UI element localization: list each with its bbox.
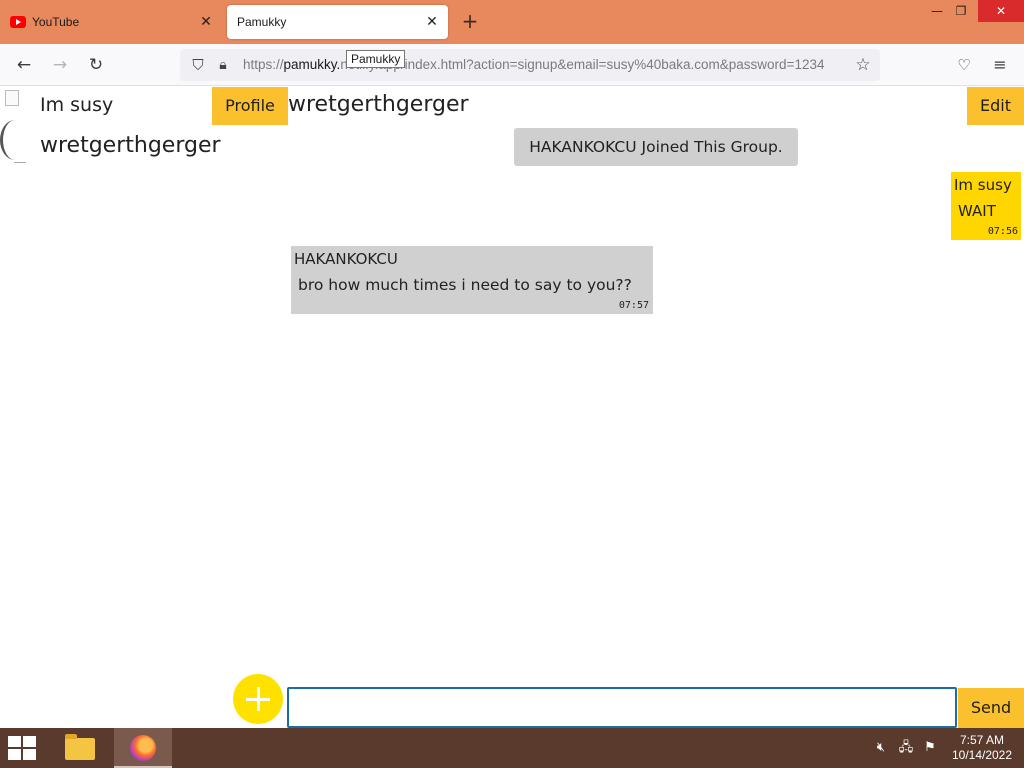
url-text[interactable]: https://pamukky.netlify.app/index.html?a… xyxy=(243,57,843,75)
document-icon xyxy=(5,90,19,106)
url-prefix: https:// xyxy=(243,57,284,72)
url-domain: pamukky. xyxy=(283,57,341,72)
url-path: netlify.app/index.html?action=signup&ema… xyxy=(340,57,825,72)
message-text: WAIT xyxy=(958,202,996,220)
address-bar[interactable]: ⛉ 🔒︎ https://pamukky.netlify.app/index.h… xyxy=(180,49,880,81)
tab-youtube-label: YouTube xyxy=(32,15,80,29)
navigation-bar: ← → ↻ ⛉ 🔒︎ https://pamukky.netlify.app/i… xyxy=(0,44,1024,86)
clock-time: 7:57 AM xyxy=(959,733,1005,747)
clock-date: 10/14/2022 xyxy=(951,748,1013,762)
network-icon[interactable]: 🖧︎ xyxy=(897,738,915,758)
forward-arrow-icon[interactable]: → xyxy=(48,53,72,77)
message-text: bro how much times i need to say to you?… xyxy=(298,276,632,294)
edit-button[interactable]: Edit xyxy=(967,87,1024,125)
youtube-icon xyxy=(10,16,26,28)
hamburger-menu-icon[interactable]: ≡ xyxy=(988,53,1012,77)
reload-icon[interactable]: ↻ xyxy=(84,53,108,77)
shield-icon[interactable]: ⛉ xyxy=(188,54,208,76)
windows-taskbar: 🔇︎ 🖧︎ ⚑ 7:57 AM 10/14/2022 xyxy=(0,728,1024,768)
firefox-taskbar-button[interactable] xyxy=(114,728,172,768)
chat-page: Im susy wretgerthgerger Profile wretgert… xyxy=(0,86,1024,728)
user-name: Im susy xyxy=(40,94,114,116)
close-tab-icon[interactable]: ✕ xyxy=(198,13,214,29)
avatar xyxy=(0,120,30,160)
restore-window-button[interactable]: ❐ xyxy=(946,0,976,22)
lock-icon[interactable]: 🔒︎ xyxy=(214,54,232,76)
bookmark-star-icon[interactable]: ☆ xyxy=(852,54,874,76)
tab-pamukky-label: Pamukky xyxy=(237,15,287,29)
message-sender: Im susy xyxy=(954,176,1012,194)
volume-muted-icon[interactable]: 🔇︎ xyxy=(872,738,890,758)
windows-start-icon[interactable] xyxy=(8,736,38,760)
browser-tab-strip: YouTube ✕ Pamukky ✕ + — ❐ ✕ xyxy=(0,0,1024,44)
user-status: wretgerthgerger xyxy=(40,133,221,158)
back-arrow-icon[interactable]: ← xyxy=(12,53,36,77)
new-tab-button[interactable]: + xyxy=(458,9,482,33)
firefox-icon xyxy=(130,735,156,761)
message-time: 07:56 xyxy=(987,226,1018,237)
message-input[interactable] xyxy=(287,687,957,728)
close-tab-icon[interactable]: ✕ xyxy=(424,13,440,29)
system-message: HAKANKOKCU Joined This Group. xyxy=(514,128,798,166)
pocket-icon[interactable]: ♡ xyxy=(952,53,976,77)
message-bubble-other[interactable]: HAKANKOKCU bro how much times i need to … xyxy=(291,246,653,314)
close-window-button[interactable]: ✕ xyxy=(978,0,1024,22)
action-center-flag-icon[interactable]: ⚑ xyxy=(921,738,939,758)
message-bubble-mine[interactable]: Im susy WAIT 07:56 xyxy=(951,172,1021,240)
profile-button[interactable]: Profile xyxy=(212,87,288,125)
folder-icon xyxy=(65,734,95,760)
group-name: wretgerthgerger xyxy=(288,92,469,117)
tab-tooltip: Pamukky xyxy=(346,50,406,68)
send-button[interactable]: Send xyxy=(958,688,1024,728)
tab-youtube[interactable]: YouTube ✕ xyxy=(0,5,222,39)
system-clock[interactable]: 7:57 AM 10/14/2022 xyxy=(946,733,1018,763)
message-sender: HAKANKOKCU xyxy=(294,250,398,268)
divider xyxy=(14,162,26,163)
add-attachment-button[interactable] xyxy=(233,674,283,724)
file-explorer-icon[interactable] xyxy=(62,732,98,764)
message-time: 07:57 xyxy=(618,300,649,311)
tab-pamukky[interactable]: Pamukky ✕ xyxy=(227,5,448,39)
